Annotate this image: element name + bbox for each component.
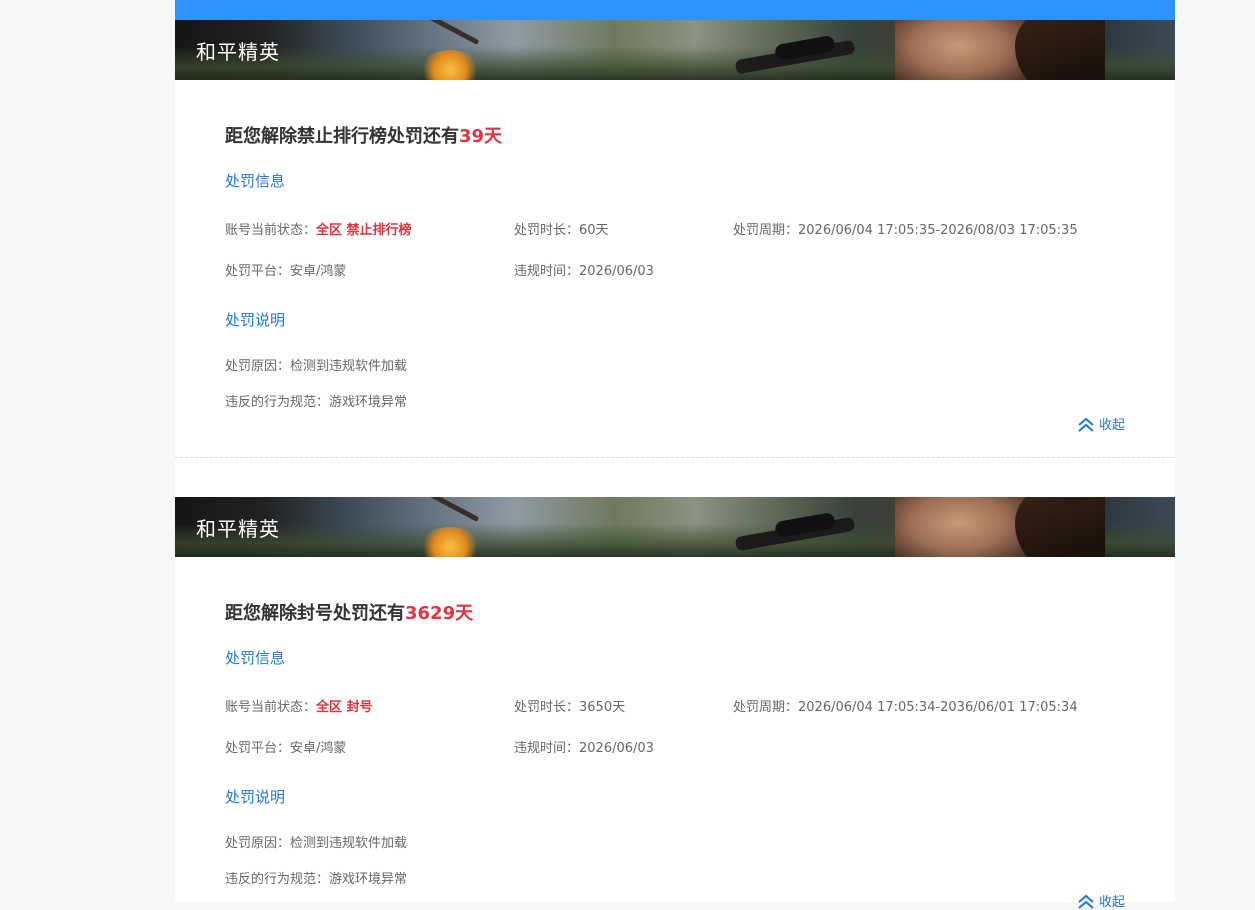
penalty-duration: 处罚时长：60天 <box>514 223 609 238</box>
countdown-text: 距您解除封号处罚还有 <box>225 603 405 624</box>
penalty-card: 和平精英 距您解除禁止排行榜处罚还有39天 处罚信息 账号当前状态：全区 禁止排… <box>175 20 1175 497</box>
violation-time: 违规时间：2026/06/03 <box>514 741 654 756</box>
penalty-page: 和平精英 距您解除禁止排行榜处罚还有39天 处罚信息 账号当前状态：全区 禁止排… <box>175 0 1175 910</box>
account-status: 账号当前状态：全区 禁止排行榜 <box>225 223 412 238</box>
collapse-button[interactable]: 收起 <box>1077 891 1125 910</box>
countdown-text: 距您解除禁止排行榜处罚还有 <box>225 126 459 147</box>
penalty-platform: 处罚平台：安卓/鸿蒙 <box>225 741 347 756</box>
top-accent-bar <box>175 0 1175 20</box>
countdown-days: 39天 <box>459 126 503 147</box>
chevron-double-up-icon <box>1078 417 1094 432</box>
violated-rule: 违反的行为规范：游戏环境异常 <box>225 872 408 887</box>
game-banner: 和平精英 <box>175 20 1175 80</box>
penalty-period: 处罚周期：2026/06/04 17:05:34-2036/06/01 17:0… <box>733 700 1078 715</box>
penalty-period: 处罚周期：2026/06/04 17:05:35-2026/08/03 17:0… <box>733 223 1078 238</box>
account-status: 账号当前状态：全区 封号 <box>225 700 373 715</box>
penalty-description-title: 处罚说明 <box>225 311 286 329</box>
violation-time: 违规时间：2026/06/03 <box>514 264 654 279</box>
card-divider <box>175 457 1175 458</box>
penalty-countdown: 距您解除禁止排行榜处罚还有39天 <box>225 122 502 148</box>
penalty-platform: 处罚平台：安卓/鸿蒙 <box>225 264 347 279</box>
collapse-label: 收起 <box>1098 418 1125 433</box>
status-value: 全区 封号 <box>316 700 373 715</box>
game-banner: 和平精英 <box>175 497 1175 557</box>
penalty-info-title: 处罚信息 <box>225 649 286 667</box>
game-title: 和平精英 <box>196 517 280 541</box>
penalty-countdown: 距您解除封号处罚还有3629天 <box>225 599 473 625</box>
penalty-description-title: 处罚说明 <box>225 788 286 806</box>
collapse-button[interactable]: 收起 <box>1077 414 1125 433</box>
countdown-days: 3629天 <box>405 603 474 624</box>
penalty-reason: 处罚原因：检测到违规软件加载 <box>225 836 408 851</box>
penalty-card: 和平精英 距您解除封号处罚还有3629天 处罚信息 账号当前状态：全区 封号 处… <box>175 497 1175 910</box>
penalty-reason: 处罚原因：检测到违规软件加载 <box>225 359 408 374</box>
penalty-info-title: 处罚信息 <box>225 172 286 190</box>
status-value: 全区 禁止排行榜 <box>316 223 412 238</box>
game-title: 和平精英 <box>196 40 280 64</box>
collapse-label: 收起 <box>1098 895 1125 910</box>
violated-rule: 违反的行为规范：游戏环境异常 <box>225 395 408 410</box>
chevron-double-up-icon <box>1078 894 1094 909</box>
penalty-duration: 处罚时长：3650天 <box>514 700 626 715</box>
